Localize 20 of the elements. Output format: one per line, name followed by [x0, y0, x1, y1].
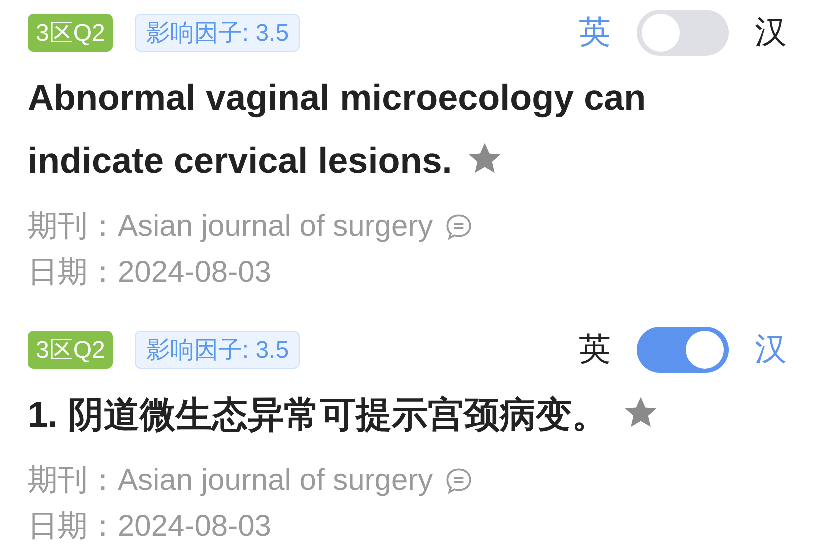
journal-label: 期刊： — [28, 463, 118, 499]
date-label: 日期： — [28, 509, 118, 545]
article-title[interactable]: Abnormal vaginal microecology can indicate cervical lesions. — [28, 66, 768, 192]
journal-name: Asian journal of surgery — [118, 463, 434, 499]
translate-toggle[interactable] — [637, 10, 729, 56]
date-value: 2024-08-03 — [118, 255, 272, 291]
chinese-label: 汉 — [755, 330, 787, 369]
english-label: 英 — [579, 330, 611, 369]
zone-tag: 3区Q2 — [28, 14, 114, 52]
zone-tag: 3区Q2 — [28, 331, 114, 369]
english-label: 英 — [579, 13, 611, 52]
journal-label: 期刊： — [28, 209, 118, 245]
journal-name: Asian journal of surgery — [118, 209, 434, 245]
article-title[interactable]: 1. 阴道微生态异常可提示宫颈病变。 — [28, 383, 768, 446]
impact-factor-tag: 影响因子: 3.5 — [135, 331, 300, 369]
date-value: 2024-08-03 — [118, 509, 272, 545]
translate-toggle[interactable] — [637, 327, 729, 373]
chinese-label: 汉 — [755, 13, 787, 52]
impact-factor-tag: 影响因子: 3.5 — [135, 14, 300, 52]
date-label: 日期： — [28, 255, 118, 291]
